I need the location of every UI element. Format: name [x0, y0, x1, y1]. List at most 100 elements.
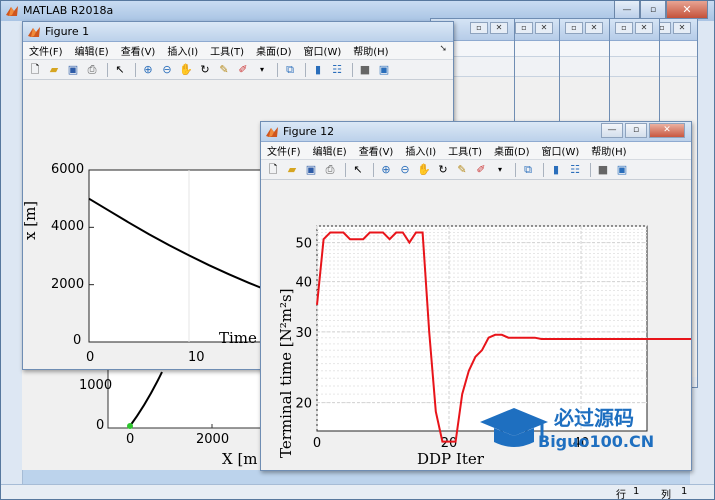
- watermark-text-url: Biguo100.CN: [538, 432, 655, 451]
- figure-1-title: Figure 1: [45, 25, 90, 38]
- menu-view[interactable]: 查看(V): [359, 143, 394, 158]
- show-plot-tools-icon[interactable]: ▣: [376, 62, 392, 78]
- figure-12-toolbar: 🗋 ▰ ▣ ⎙ ↖ ⊕ ⊖ ✋ ↻ ✎ ✐ ▾ ⧉ ▮ ☷ ■ ▣: [261, 160, 691, 180]
- fig1-xtick-10: 10: [188, 350, 205, 365]
- minimize-button[interactable]: —: [614, 1, 640, 19]
- figure-1-menubar: 文件(F) 编辑(E) 查看(V) 插入(I) 工具(T) 桌面(D) 窗口(W…: [23, 42, 453, 60]
- behind-plot-axes: [107, 368, 262, 429]
- fig1-xtick-0: 0: [86, 350, 95, 365]
- menu-view[interactable]: 查看(V): [121, 43, 156, 58]
- fig1-ytick-0: 0: [73, 333, 82, 348]
- menu-edit[interactable]: 编辑(E): [313, 143, 347, 158]
- zoom-in-icon[interactable]: ⊕: [378, 162, 394, 178]
- behind-xlabel: X [m: [222, 450, 258, 468]
- pan-hand-icon[interactable]: ✋: [416, 162, 432, 178]
- close-button[interactable]: ✕: [649, 123, 685, 138]
- menu-edit[interactable]: 编辑(E): [75, 43, 109, 58]
- menu-insert[interactable]: 插入(I): [167, 43, 198, 58]
- watermark-text-cn: 必过源码: [554, 406, 634, 430]
- menu-file[interactable]: 文件(F): [267, 143, 301, 158]
- maximize-button[interactable]: ▫: [625, 123, 647, 138]
- save-icon[interactable]: ▣: [65, 62, 81, 78]
- print-icon[interactable]: ⎙: [84, 62, 100, 78]
- behind-plot-start-marker: [127, 423, 133, 429]
- menu-insert[interactable]: 插入(I): [405, 143, 436, 158]
- fig1-ytick-4000: 4000: [51, 219, 85, 234]
- zoom-out-icon[interactable]: ⊖: [397, 162, 413, 178]
- insert-legend-icon[interactable]: ☷: [567, 162, 583, 178]
- toolbar-separator: [373, 162, 374, 177]
- fig1-xlabel: Time: [219, 329, 257, 347]
- brush-icon[interactable]: ✐: [473, 162, 489, 178]
- hide-plot-tools-icon[interactable]: ■: [595, 162, 611, 178]
- toolbar-separator: [345, 162, 346, 177]
- menu-file[interactable]: 文件(F): [29, 43, 63, 58]
- toolbar-separator: [352, 62, 353, 77]
- fig12-ylabel: Terminal time [N²m²s]: [277, 288, 295, 458]
- menu-tools[interactable]: 工具(T): [210, 43, 244, 58]
- zoom-out-icon[interactable]: ⊖: [159, 62, 175, 78]
- rotate-3d-icon[interactable]: ↻: [197, 62, 213, 78]
- fig1-ylabel: x [m]: [21, 200, 39, 240]
- hide-plot-tools-icon[interactable]: ■: [357, 62, 373, 78]
- open-file-icon[interactable]: ▰: [284, 162, 300, 178]
- col-label: 列: [661, 490, 671, 500]
- data-cursor-icon[interactable]: ✎: [454, 162, 470, 178]
- main-status-bar: 行 1 列 1: [1, 484, 714, 500]
- insert-legend-icon[interactable]: ☷: [329, 62, 345, 78]
- minimize-button[interactable]: —: [601, 123, 623, 138]
- data-cursor-icon[interactable]: ✎: [216, 62, 232, 78]
- figure-12-menubar: 文件(F) 编辑(E) 查看(V) 插入(I) 工具(T) 桌面(D) 窗口(W…: [261, 142, 691, 160]
- fig12-ytick-label: 40: [295, 276, 312, 291]
- fig12-ytick-label: 20: [295, 397, 312, 412]
- behind-figure-plot: 1000 0 0 2000 X [m: [22, 368, 262, 470]
- brush-icon[interactable]: ✐: [235, 62, 251, 78]
- menu-overflow-arrow-icon[interactable]: ➘: [439, 44, 447, 54]
- main-caption-buttons: — ▫ ✕: [614, 1, 708, 19]
- menu-desktop[interactable]: 桌面(D): [494, 143, 530, 158]
- close-button[interactable]: ✕: [666, 1, 708, 19]
- insert-colorbar-icon[interactable]: ▮: [548, 162, 564, 178]
- figure-12-title-bar[interactable]: Figure 12 — ▫ ✕: [261, 122, 691, 142]
- brush-dropdown-icon[interactable]: ▾: [492, 162, 508, 178]
- insert-colorbar-icon[interactable]: ▮: [310, 62, 326, 78]
- main-left-panel: [1, 21, 23, 486]
- menu-desktop[interactable]: 桌面(D): [256, 43, 292, 58]
- menu-help[interactable]: 帮助(H): [353, 43, 388, 58]
- print-icon[interactable]: ⎙: [322, 162, 338, 178]
- fig12-xtick-label: 20: [441, 436, 458, 451]
- save-icon[interactable]: ▣: [303, 162, 319, 178]
- col-value: 1: [681, 486, 688, 497]
- fig1-ytick-6000: 6000: [51, 162, 85, 177]
- menu-window[interactable]: 窗口(W): [542, 143, 580, 158]
- new-figure-icon[interactable]: 🗋: [27, 62, 43, 78]
- fig12-xtick-label: 0: [313, 436, 321, 451]
- toolbar-separator: [135, 62, 136, 77]
- new-figure-icon[interactable]: 🗋: [265, 162, 281, 178]
- menu-window[interactable]: 窗口(W): [304, 43, 342, 58]
- behind-xtick-2000: 2000: [196, 432, 230, 447]
- show-plot-tools-icon[interactable]: ▣: [614, 162, 630, 178]
- brush-dropdown-icon[interactable]: ▾: [254, 62, 270, 78]
- matlab-figure-icon: [28, 27, 40, 37]
- open-file-icon[interactable]: ▰: [46, 62, 62, 78]
- watermark-logo: 必过源码 Biguo100.CN: [478, 402, 678, 462]
- figure-1-toolbar: 🗋 ▰ ▣ ⎙ ↖ ⊕ ⊖ ✋ ↻ ✎ ✐ ▾ ⧉ ▮ ☷ ■ ▣: [23, 60, 453, 80]
- figure-1-title-bar[interactable]: Figure 1: [23, 22, 453, 42]
- menu-help[interactable]: 帮助(H): [591, 143, 626, 158]
- menu-tools[interactable]: 工具(T): [448, 143, 482, 158]
- maximize-button[interactable]: ▫: [640, 1, 666, 19]
- row-value: 1: [633, 486, 640, 497]
- edit-plot-arrow-icon[interactable]: ↖: [112, 62, 128, 78]
- zoom-in-icon[interactable]: ⊕: [140, 62, 156, 78]
- fig12-xlabel: DDP Iter: [417, 450, 484, 468]
- figure-12-caption-buttons: — ▫ ✕: [601, 123, 685, 138]
- link-plot-icon[interactable]: ⧉: [520, 162, 536, 178]
- rotate-3d-icon[interactable]: ↻: [435, 162, 451, 178]
- behind-ytick-1000: 1000: [79, 378, 113, 393]
- edit-plot-arrow-icon[interactable]: ↖: [350, 162, 366, 178]
- link-plot-icon[interactable]: ⧉: [282, 62, 298, 78]
- main-window-title: MATLAB R2018a: [23, 4, 114, 17]
- pan-hand-icon[interactable]: ✋: [178, 62, 194, 78]
- toolbar-separator: [305, 62, 306, 77]
